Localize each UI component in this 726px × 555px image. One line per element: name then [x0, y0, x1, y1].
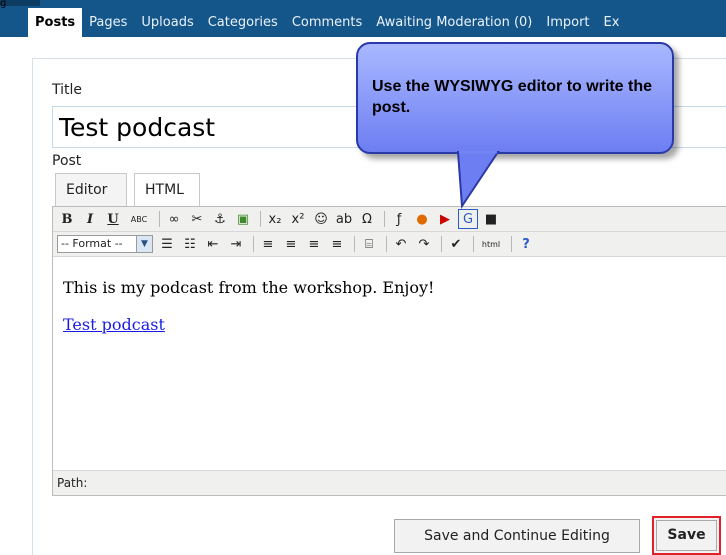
save-and-continue-button[interactable]: Save and Continue Editing [394, 519, 640, 553]
toolbar-separator [159, 211, 160, 227]
italic-icon[interactable]: I [80, 209, 100, 229]
path-label: Path: [57, 476, 88, 490]
redo-icon[interactable]: ↷ [414, 234, 434, 254]
format-select[interactable]: -- Format -- ▼ [57, 235, 153, 253]
tab-pages[interactable]: Pages [82, 8, 134, 37]
toolbar-separator [253, 236, 254, 252]
chevron-down-icon: ▼ [136, 236, 152, 252]
spellcheck-icon[interactable]: ab [334, 209, 354, 229]
toolbar-separator [473, 236, 474, 252]
save-button-label: Save [656, 520, 717, 551]
anchor-icon[interactable]: ⚓ [210, 209, 230, 229]
block-icon[interactable]: ■ [481, 209, 501, 229]
path-bar: Path: ◢ [53, 470, 726, 495]
spell-check-dropdown-icon[interactable]: ✔ [446, 234, 466, 254]
tab-editor[interactable]: Editor [55, 173, 127, 207]
wysiwyg-editor: B I U ABC ∞ ✂ ⚓ ▣ x₂ x² ☺ ab Ωƒ ● ▶ G ■ -- Format -- ▼ ☰… [52, 206, 726, 496]
superscript-icon[interactable]: x² [288, 209, 308, 229]
strikethrough-icon[interactable]: ABC [126, 209, 152, 229]
bullet-list-icon[interactable]: ☰ [157, 234, 177, 254]
numbered-list-icon[interactable]: ☷ [180, 234, 200, 254]
google-icon[interactable]: G [458, 209, 478, 229]
content-paragraph: This is my podcast from the workshop. En… [63, 278, 435, 297]
html-source-icon[interactable]: html [478, 234, 504, 254]
toolbar-separator [386, 236, 387, 252]
toolbar-separator [384, 211, 385, 227]
callout-tooltip: Use the WYSIWYG editor to write the post… [356, 42, 674, 154]
undo-icon[interactable]: ↶ [391, 234, 411, 254]
media-icon[interactable]: ● [412, 209, 432, 229]
align-center-icon[interactable]: ≡ [281, 234, 301, 254]
editor-toolbar-row1: B I U ABC ∞ ✂ ⚓ ▣ x₂ x² ☺ ab Ωƒ ● ▶ G ■ [53, 207, 726, 232]
youtube-icon[interactable]: ▶ [435, 209, 455, 229]
admin-nav-bar: g Posts Pages Uploads Categories Comments Awa… [0, 0, 726, 37]
indent-icon[interactable]: ⇥ [226, 234, 246, 254]
podcast-link[interactable]: Test podcast [63, 315, 165, 334]
underline-icon[interactable]: U [103, 209, 123, 229]
corner-glyph: g [0, 0, 7, 9]
toolbar-separator [441, 236, 442, 252]
tab-categories[interactable]: Categories [201, 8, 285, 37]
emoticons-icon[interactable]: ☺ [311, 209, 331, 229]
page-break-icon[interactable]: ⌸ [359, 234, 379, 254]
image-icon[interactable]: ▣ [233, 209, 253, 229]
special-char-icon[interactable]: Ω [357, 209, 377, 229]
nav-tabs: Posts Pages Uploads Categories Comments Await… [28, 8, 626, 37]
link-icon[interactable]: ∞ [164, 209, 184, 229]
toolbar-separator [511, 236, 512, 252]
align-justify-icon[interactable]: ≡ [327, 234, 347, 254]
outdent-icon[interactable]: ⇤ [203, 234, 223, 254]
unlink-icon[interactable]: ✂ [187, 209, 207, 229]
tab-uploads[interactable]: Uploads [134, 8, 200, 37]
help-icon[interactable]: ? [516, 234, 536, 254]
callout-text: Use the WYSIWYG editor to write the post… [372, 78, 653, 116]
tab-ex[interactable]: Ex [597, 8, 627, 37]
tab-awaiting-moderation-0[interactable]: Awaiting Moderation (0) [369, 8, 539, 37]
title-label: Title [52, 82, 83, 98]
format-select-value: -- Format -- [61, 237, 123, 250]
save-button[interactable]: Save [652, 516, 721, 555]
tab-import[interactable]: Import [539, 8, 596, 37]
bold-icon[interactable]: B [57, 209, 77, 229]
editor-toolbar-row2: -- Format -- ▼ ☰ ☷ ⇤ ⇥ ≡ ≡ ≡ ≡ ⌸ ↶ ↷ ✔ html? [53, 232, 726, 257]
tab-html[interactable]: HTML [134, 173, 200, 207]
tab-comments[interactable]: Comments [285, 8, 369, 37]
flash-icon[interactable]: ƒ [389, 209, 409, 229]
tab-posts[interactable]: Posts [28, 8, 83, 37]
toolbar-separator [354, 236, 355, 252]
editor-content[interactable]: This is my podcast from the workshop. En… [53, 258, 726, 472]
align-left-icon[interactable]: ≡ [258, 234, 278, 254]
post-label: Post [52, 153, 82, 169]
toolbar-separator [260, 211, 261, 227]
align-right-icon[interactable]: ≡ [304, 234, 324, 254]
subscript-icon[interactable]: x₂ [265, 209, 285, 229]
